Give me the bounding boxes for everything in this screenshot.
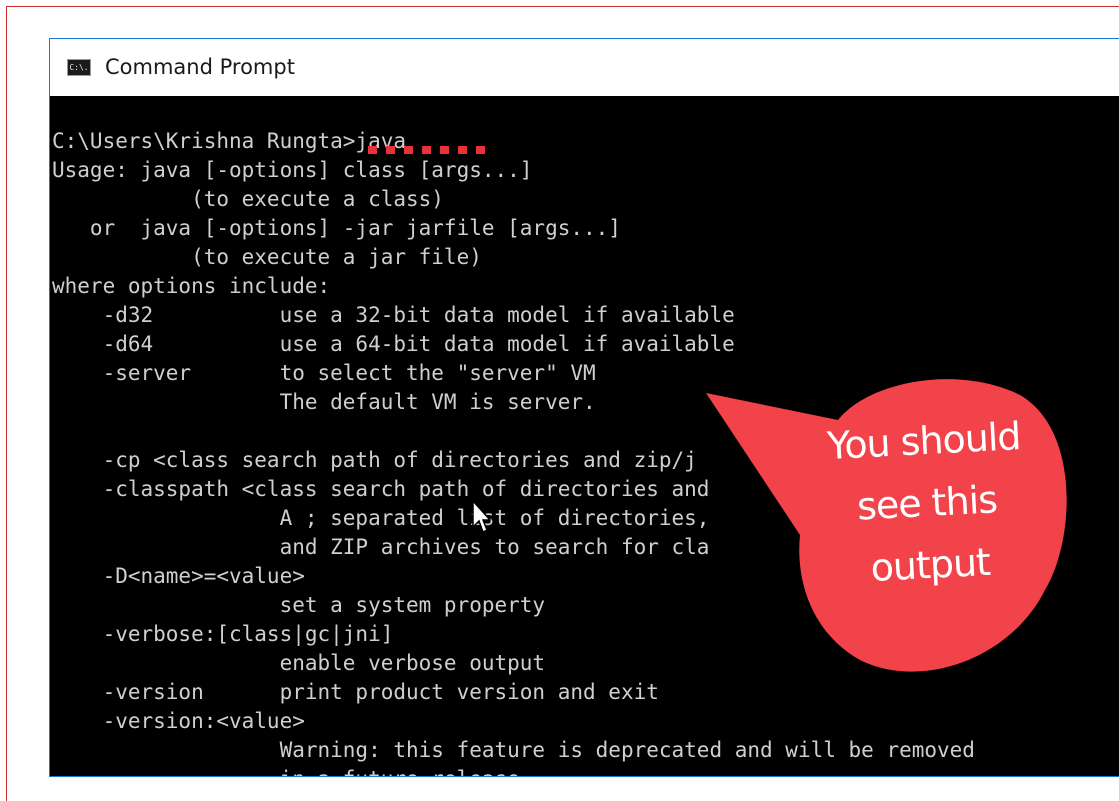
callout-text: You should see this output [817, 405, 1036, 602]
callout-line: see this [855, 477, 999, 529]
command-prompt-icon-label: C:\. [69, 62, 89, 72]
title-bar[interactable]: C:\. Command Prompt [50, 39, 1119, 96]
command-prompt-icon: C:\. [67, 59, 91, 76]
callout-line: output [869, 539, 991, 591]
callout-line: You should [825, 414, 1022, 469]
window-title: Command Prompt [105, 55, 295, 79]
underline-marker [368, 146, 485, 154]
mouse-cursor-icon [472, 500, 491, 534]
